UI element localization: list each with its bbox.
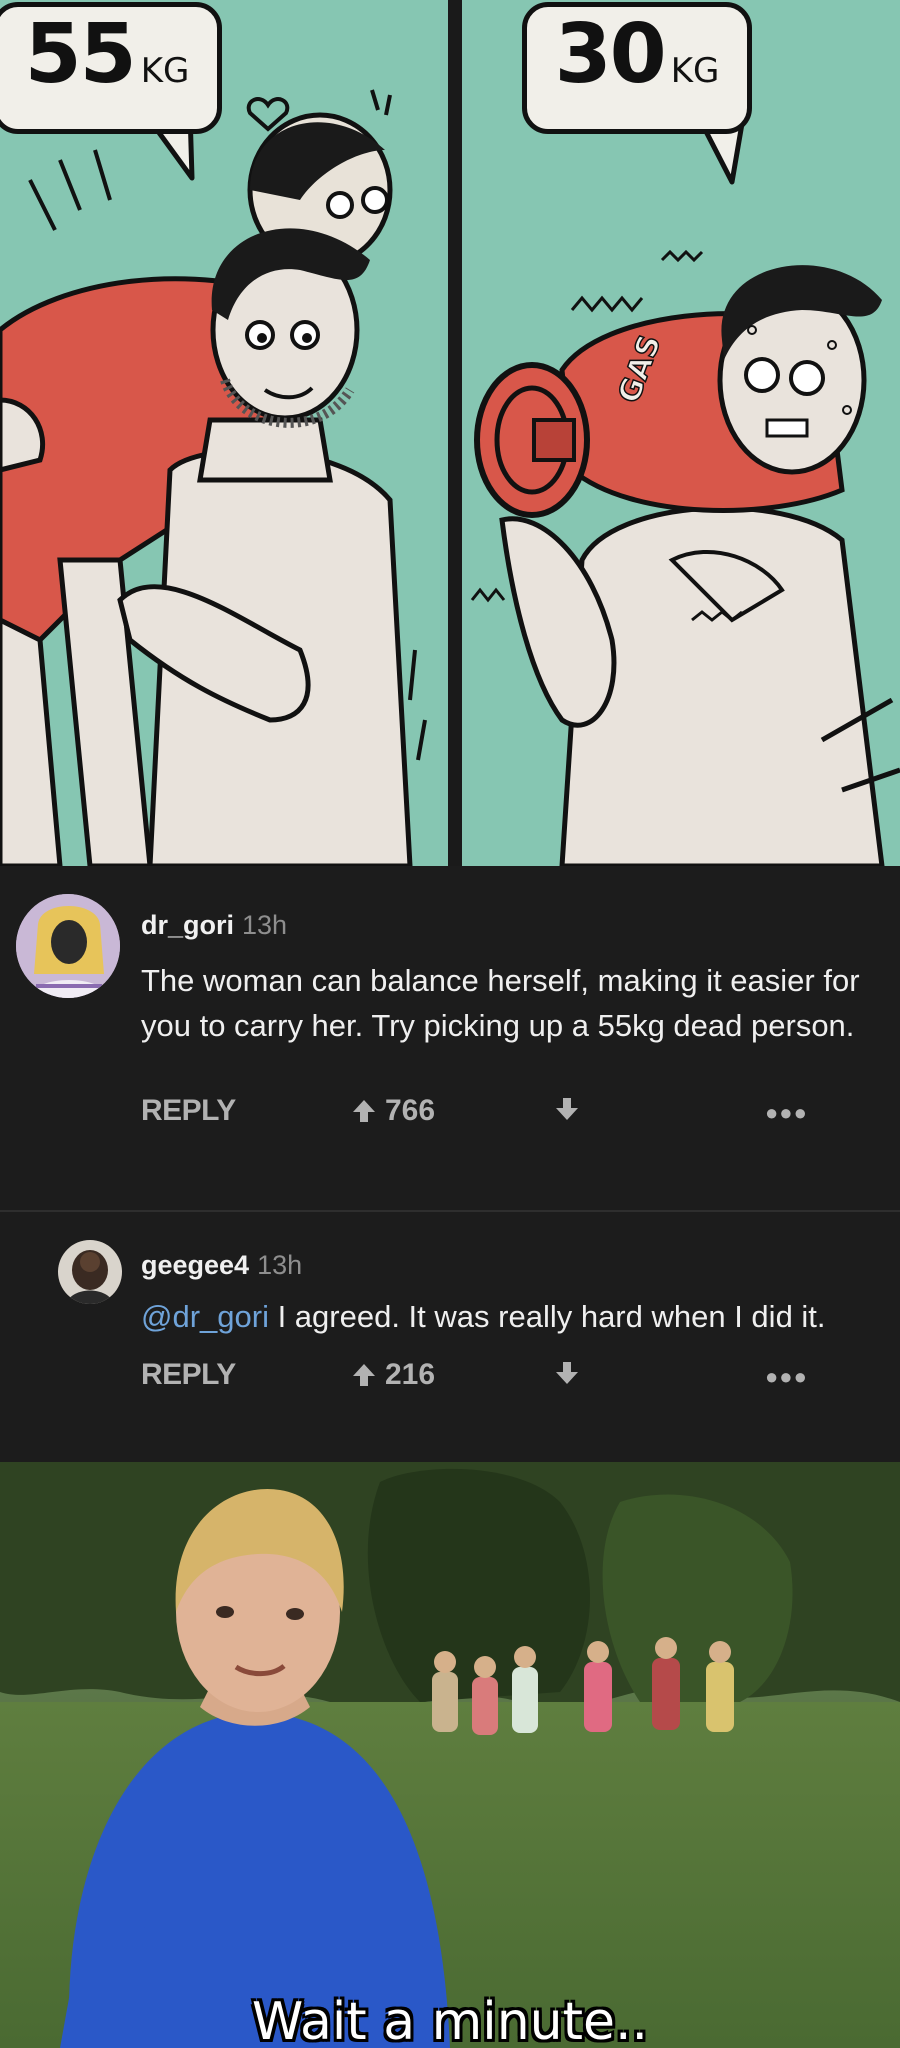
timestamp: 13h [242,910,288,940]
weight-unit: KG [140,51,190,91]
weight-bubble-left: 55 KG [0,2,222,134]
comic-panel-left: 55 KG [0,0,448,866]
avatar[interactable] [58,1240,122,1304]
downvote-button[interactable] [554,1096,580,1130]
username[interactable]: dr_gori [141,910,234,940]
vote-count: 216 [385,1358,436,1391]
user-mention-link[interactable]: @dr_gori [141,1299,269,1334]
weight-number: 55 [24,7,137,102]
meme-photo [0,1462,900,2048]
comic-image: 55 KG GAS 30 KG [0,0,900,866]
comment-actions: REPLY 766 ●●● [141,1094,821,1134]
upvote-button[interactable]: 216 [351,1358,435,1392]
downvote-button[interactable] [554,1360,580,1394]
weight-unit: KG [670,51,720,91]
username[interactable]: geegee4 [141,1250,249,1280]
comment-thread: dr_gori 13h The woman can balance herself… [0,866,900,1986]
vote-count: 766 [385,1094,436,1127]
weight-bubble-right: 30 KG [522,2,752,134]
reply-button[interactable]: REPLY [141,1358,236,1392]
park-scene-image [0,1462,900,2048]
more-options-icon[interactable]: ●●● [765,1100,808,1126]
comment: geegee4 13h @dr_gori I agreed. It was rea… [0,1210,900,1462]
upvote-arrow-icon [353,1100,375,1122]
comment-body: I agreed. It was really hard when I did … [268,1299,826,1334]
comment-meta: dr_gori 13h [141,910,287,941]
upvote-button[interactable]: 766 [351,1094,435,1128]
comment-meta: geegee4 13h [141,1250,302,1281]
reply-button[interactable]: REPLY [141,1094,236,1128]
more-options-icon[interactable]: ●●● [765,1364,808,1390]
comic-panel-right: GAS 30 KG [462,0,900,866]
downvote-arrow-icon [556,1098,578,1120]
downvote-arrow-icon [556,1362,578,1384]
avatar[interactable] [16,894,120,998]
meme-caption: Wait a minute.. [251,1992,649,2048]
comment: dr_gori 13h The woman can balance herself… [0,866,900,1210]
weight-number: 30 [554,7,667,102]
upvote-arrow-icon [353,1364,375,1386]
comment-text: @dr_gori I agreed. It was really hard wh… [141,1294,861,1339]
panel-divider [448,0,462,866]
timestamp: 13h [257,1250,303,1280]
comment-text: The woman can balance herself, making it… [141,963,860,1043]
comment-actions: REPLY 216 ●●● [141,1358,821,1398]
